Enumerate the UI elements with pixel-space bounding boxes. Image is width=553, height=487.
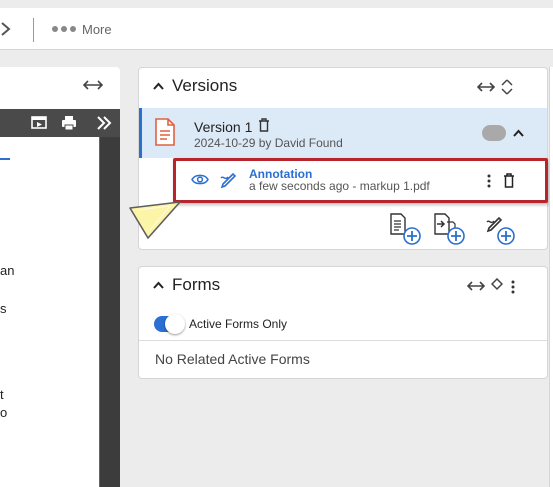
more-dots-icon [52,26,76,32]
collapse-caret-icon[interactable] [153,82,164,90]
expand-vertical-icon[interactable] [491,278,503,294]
forms-empty-message: No Related Active Forms [155,351,310,367]
version-row[interactable]: Version 1 2024-10-29 by David Found [139,108,547,158]
forms-title: Forms [172,275,221,294]
version-subtitle: 2024-10-29 by David Found [194,136,343,150]
annotation-row[interactable]: Annotation a few seconds ago - markup 1.… [139,159,547,203]
trash-icon[interactable] [258,118,270,132]
add-document-icon[interactable] [389,212,423,246]
document-toolbar [0,109,120,137]
chevron-up-icon[interactable] [513,129,524,137]
expand-horizontal-icon[interactable] [467,280,485,292]
import-document-icon[interactable] [433,212,467,246]
double-chevron-right-icon[interactable] [95,114,113,132]
expand-horizontal-icon[interactable] [83,79,103,91]
document-text-fragment: an [0,263,15,278]
document-text-fragment: o [0,405,8,420]
document-page: an s t o [0,137,100,487]
trash-icon[interactable] [503,173,515,188]
add-annotation-icon[interactable] [485,212,519,246]
document-link-underline [0,158,10,160]
expand-vertical-icon[interactable] [501,79,513,95]
top-toolbar: More [0,8,553,50]
toggle-knob [165,314,185,334]
version-toggle[interactable] [482,125,506,141]
forms-divider [139,340,547,341]
document-panel: an s t o [0,67,120,487]
versions-title: Versions [172,76,238,95]
presentation-icon[interactable] [30,114,48,132]
right-panel-edge [549,67,553,487]
forms-panel: Forms Active Forms Only No Related Activ… [138,266,548,379]
versions-panel: Versions Version 1 2024-10-29 by David F… [138,67,548,250]
toolbar-separator [33,18,34,42]
chevron-right-icon[interactable] [0,21,12,37]
callout-pointer-icon [129,201,181,239]
active-forms-label: Active Forms Only [189,317,288,331]
document-text-fragment: t [0,387,4,402]
print-icon[interactable] [60,114,78,132]
more-label: More [82,21,112,37]
kebab-menu-icon[interactable] [511,280,515,294]
expand-horizontal-icon[interactable] [477,81,495,93]
document-text-fragment: s [0,301,7,316]
eye-icon[interactable] [191,173,209,186]
document-scroll-area[interactable] [100,137,120,487]
active-forms-toggle[interactable] [154,314,185,334]
annotation-pen-icon [220,172,237,189]
file-icon [155,118,175,146]
kebab-menu-icon[interactable] [487,174,491,188]
version-title: Version 1 [194,119,253,135]
collapse-caret-icon[interactable] [153,281,164,289]
more-button[interactable]: More [52,21,112,37]
annotation-subtitle: a few seconds ago - markup 1.pdf [249,179,430,193]
